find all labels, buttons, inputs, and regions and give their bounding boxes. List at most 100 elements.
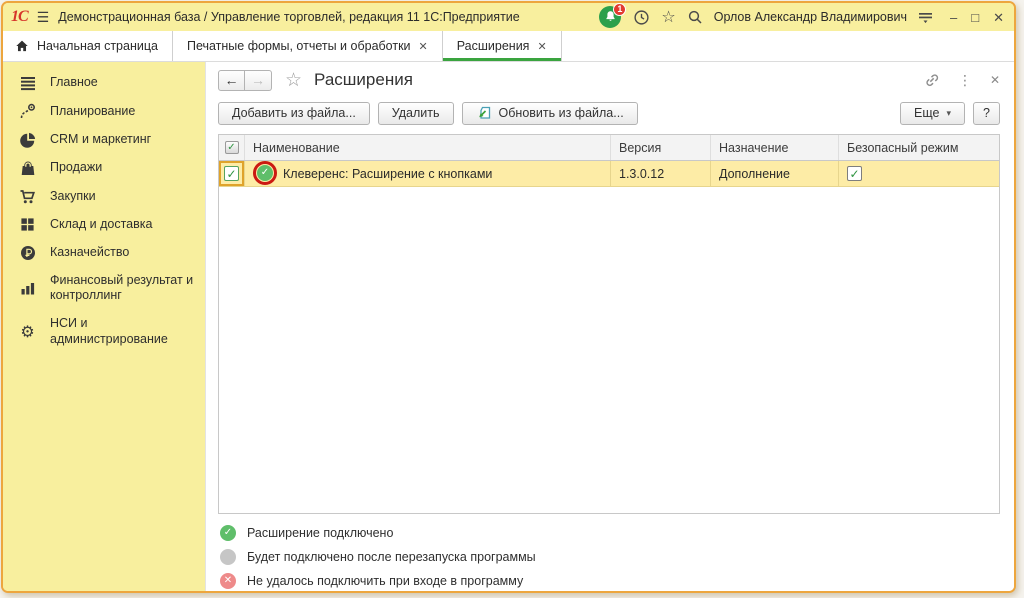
legend-label: Расширение подключено (247, 526, 393, 540)
tab-label: Печатные формы, отчеты и обработки (187, 39, 411, 53)
table-header-row: ✓ Наименование Версия Назначение Безопас… (219, 135, 999, 161)
1c-logo: 1С (11, 8, 28, 26)
sidebar-item-label: Планирование (50, 104, 135, 120)
sidebar-item-label: Закупки (50, 189, 96, 205)
home-icon (15, 39, 29, 53)
legend-item-connected: ✓ Расширение подключено (220, 523, 1000, 542)
column-header-version[interactable]: Версия (611, 135, 711, 160)
search-button[interactable] (687, 9, 703, 25)
update-from-file-label: Обновить из файла... (499, 106, 624, 120)
column-header-purpose[interactable]: Назначение (711, 135, 839, 160)
delete-button[interactable]: Удалить (378, 102, 454, 125)
status-failed-icon: ✕ (220, 573, 236, 589)
pie-chart-icon (18, 132, 37, 148)
notifications-button[interactable]: 1 (599, 6, 622, 29)
sidebar-item-purchases[interactable]: Закупки (3, 182, 205, 211)
extension-name: Клеверенс: Расширение с кнопками (283, 167, 492, 181)
extensions-panel: ← → ☆ Расширения ⋮ ✕ Добавить из файла..… (205, 62, 1014, 591)
current-user[interactable]: Орлов Александр Владимирович (714, 10, 907, 24)
service-menu-icon[interactable] (918, 10, 933, 24)
minimize-button[interactable]: – (950, 11, 957, 24)
list-icon (18, 75, 37, 91)
history-button[interactable] (633, 9, 650, 26)
sidebar-item-label: Казначейство (50, 245, 129, 261)
sidebar-item-crm[interactable]: CRM и маркетинг (3, 126, 205, 154)
safe-mode-checkbox[interactable]: ✓ (847, 166, 862, 181)
sections-sidebar: Главное Планирование CRM и маркетинг Про… (3, 62, 205, 591)
status-pending-icon (220, 549, 236, 565)
sidebar-item-finance[interactable]: Финансовый результат и контроллинг (3, 267, 205, 310)
row-checkbox-cell[interactable]: ✓ (219, 161, 245, 186)
maximize-button[interactable]: □ (971, 11, 979, 24)
more-actions-kebab-icon[interactable]: ⋮ (958, 72, 972, 89)
shopping-bag-icon (18, 160, 37, 176)
ruble-circle-icon (18, 245, 37, 261)
sidebar-item-main[interactable]: Главное (3, 69, 205, 97)
sidebar-item-label: Главное (50, 75, 98, 91)
add-from-file-button[interactable]: Добавить из файла... (218, 102, 370, 125)
back-button[interactable]: ← (218, 70, 245, 91)
chevron-down-icon: ▾ (946, 108, 951, 119)
tab-extensions[interactable]: Расширения ✕ (443, 31, 562, 61)
favorites-button[interactable]: ☆ (661, 7, 675, 27)
gear-icon: ⚙ (18, 322, 37, 342)
forward-button[interactable]: → (245, 70, 272, 91)
app-body: Главное Планирование CRM и маркетинг Про… (3, 62, 1014, 591)
page-title: Расширения (314, 70, 413, 90)
window-controls: – □ ✕ (950, 11, 1004, 24)
column-header-name[interactable]: Наименование (245, 135, 611, 160)
tab-close-icon[interactable]: ✕ (419, 40, 428, 53)
help-button[interactable]: ? (973, 102, 1000, 125)
sidebar-item-label: CRM и маркетинг (50, 132, 151, 148)
route-plan-icon (18, 103, 37, 120)
close-window-button[interactable]: ✕ (993, 11, 1004, 24)
grid-icon (18, 217, 37, 232)
update-from-file-icon (476, 105, 492, 121)
sidebar-item-label: Склад и доставка (50, 217, 152, 233)
legend-item-failed: ✕ Не удалось подключить при входе в прог… (220, 571, 1000, 590)
add-to-favorites-star-icon[interactable]: ☆ (285, 69, 302, 92)
tab-home[interactable]: Начальная страница (3, 31, 173, 61)
close-panel-icon[interactable]: ✕ (990, 73, 1000, 87)
sidebar-item-label: Финансовый результат и контроллинг (50, 273, 197, 304)
toolbar: Добавить из файла... Удалить Обновить из… (206, 98, 1014, 128)
more-button[interactable]: Еще ▾ (900, 102, 965, 125)
annotation-circle (253, 161, 277, 185)
tab-home-label: Начальная страница (37, 39, 158, 53)
titlebar: 1С ☰ Демонстрационная база / Управление … (3, 3, 1014, 31)
row-active-checkbox[interactable]: ✓ (224, 166, 239, 181)
legend-label: Будет подключено после перезапуска прогр… (247, 550, 536, 564)
sidebar-item-treasury[interactable]: Казначейство (3, 239, 205, 267)
legend-label: Не удалось подключить при входе в програ… (247, 574, 523, 588)
get-link-icon[interactable] (924, 72, 940, 88)
sidebar-item-label: НСИ и администрирование (50, 316, 197, 347)
more-label: Еще (914, 106, 939, 120)
row-status: ✓ (257, 165, 274, 182)
sidebar-item-sales[interactable]: Продажи (3, 154, 205, 182)
column-header-safe-mode[interactable]: Безопасный режим (839, 135, 999, 160)
status-connected-icon: ✓ (220, 525, 236, 541)
row-name-cell[interactable]: ✓ Клеверенс: Расширение с кнопками (245, 161, 611, 186)
row-purpose-cell[interactable]: Дополнение (711, 161, 839, 186)
tab-print-forms[interactable]: Печатные формы, отчеты и обработки ✕ (173, 31, 443, 61)
panel-header-actions: ⋮ ✕ (924, 72, 1000, 89)
status-legend: ✓ Расширение подключено Будет подключено… (206, 514, 1014, 590)
sidebar-item-warehouse[interactable]: Склад и доставка (3, 211, 205, 239)
tab-bar: Начальная страница Печатные формы, отчет… (3, 31, 1014, 62)
main-menu-icon[interactable]: ☰ (37, 9, 50, 26)
row-safe-mode-cell[interactable]: ✓ (839, 161, 999, 186)
update-from-file-button[interactable]: Обновить из файла... (462, 102, 638, 125)
row-version-cell[interactable]: 1.3.0.12 (611, 161, 711, 186)
nav-history-group: ← → (218, 70, 272, 91)
sidebar-item-planning[interactable]: Планирование (3, 97, 205, 126)
bar-chart-icon (18, 280, 37, 296)
tab-close-icon[interactable]: ✕ (537, 40, 546, 53)
sidebar-item-label: Продажи (50, 160, 102, 176)
sidebar-item-admin[interactable]: ⚙ НСИ и администрирование (3, 310, 205, 353)
select-all-header[interactable]: ✓ (219, 135, 245, 160)
table-row[interactable]: ✓ ✓ Клеверенс: Расширение с кнопками 1.3… (219, 161, 999, 187)
shopping-cart-icon (18, 188, 37, 205)
notification-badge: 1 (613, 3, 626, 16)
app-window: 1С ☰ Демонстрационная база / Управление … (1, 1, 1016, 593)
panel-header: ← → ☆ Расширения ⋮ ✕ (206, 62, 1014, 98)
